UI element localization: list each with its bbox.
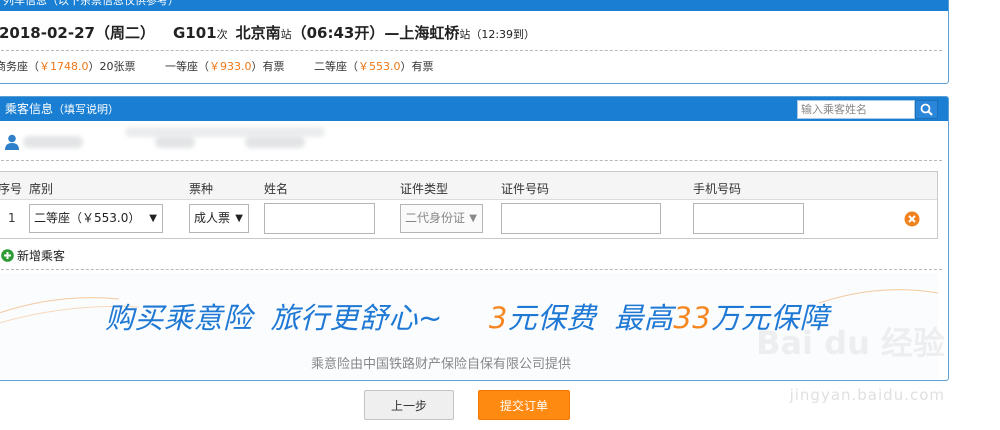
col-id-number: 证件号码 [501, 182, 550, 196]
table-row: 1 二等座（￥553.0） ▼ 成人票 ▼ 二代身份证 ▼ [0, 200, 937, 238]
insurance-slogan: 购买乘意险 旅行更舒心~ 3元保费 最高33万元保障 [105, 301, 830, 335]
passenger-table: 序号 席别 票种 姓名 证件类型 证件号码 手机号码 1 二等座（￥553.0）… [0, 171, 938, 239]
saved-passenger-list [5, 127, 345, 153]
to-station: 上海虹桥 [399, 24, 460, 42]
col-phone: 手机号码 [693, 182, 742, 196]
watermark-logo: Bai du 经验 [756, 324, 945, 362]
seat-first-class: 一等座（￥933.0）有票 [165, 60, 285, 73]
col-no: 序号 [0, 182, 23, 196]
previous-step-button[interactable]: 上一步 [364, 390, 454, 420]
saved-passenger-item[interactable] [245, 136, 305, 148]
train-summary: 2018-02-27（周二） G101次 北京南站（06:43开）—上海虹桥站（12… [0, 22, 535, 43]
train-number: G101 [172, 24, 217, 42]
saved-passenger-item[interactable] [23, 136, 83, 148]
from-station: 北京南 [235, 24, 281, 42]
divider [1, 50, 942, 51]
table-header: 序号 席别 票种 姓名 证件类型 证件号码 手机号码 [0, 172, 937, 200]
passenger-search-input[interactable] [797, 100, 915, 119]
seat-business: 商务座（￥1748.0）20张票 [0, 60, 136, 73]
submit-order-button[interactable]: 提交订单 [478, 390, 570, 420]
baidu-jingyan-watermark: Bai du 经验 [756, 318, 945, 364]
travel-date: 2018-02-27（周二） [0, 24, 155, 42]
name-input[interactable] [264, 203, 375, 234]
ticket-type-value: 成人票 [194, 211, 231, 225]
col-name: 姓名 [264, 182, 289, 196]
insurance-provider: 乘意险由中国铁路财产保险自保有限公司提供 [311, 357, 572, 372]
row-number: 1 [8, 211, 16, 225]
dropdown-arrow-icon: ▼ [149, 213, 157, 224]
id-type-value: 二代身份证 [405, 211, 466, 225]
train-info-panel: 列车信息（以下余票信息仅供参考） 2018-02-27（周二） G101次 北京南站… [0, 0, 949, 84]
from-station-suffix: 站 [280, 28, 292, 41]
to-station-suffix: 站 [459, 28, 471, 41]
arrive-time: （12:39到） [470, 28, 536, 41]
person-icon [5, 134, 19, 150]
col-id-type: 证件类型 [400, 182, 449, 196]
depart-time: （06:43开） [291, 24, 385, 42]
add-passenger-button[interactable]: 新增乘客 [1, 247, 65, 263]
search-icon [920, 103, 933, 116]
saved-passenger-item[interactable] [155, 136, 195, 148]
id-number-input[interactable] [501, 203, 661, 234]
divider [1, 160, 942, 161]
train-info-header: 列车信息（以下余票信息仅供参考） [0, 0, 948, 11]
search-button[interactable] [915, 100, 938, 119]
seat-select-value: 二等座（￥553.0） [34, 211, 141, 225]
route-separator: — [384, 24, 400, 42]
fill-instructions-link[interactable]: （填写说明） [53, 103, 119, 116]
col-ticket-type: 票种 [189, 182, 214, 196]
divider [1, 269, 942, 270]
ticket-type-select[interactable]: 成人票 ▼ [189, 204, 249, 233]
remove-passenger-icon[interactable] [904, 211, 920, 227]
add-passenger-label: 新增乘客 [17, 248, 66, 263]
passenger-header-title: 乘客信息 [5, 102, 54, 116]
seat-select[interactable]: 二等座（￥553.0） ▼ [29, 204, 163, 233]
watermark-url: jingyan.baidu.com [789, 386, 945, 404]
dropdown-arrow-icon: ▼ [469, 213, 477, 224]
col-seat: 席别 [29, 182, 54, 196]
dropdown-arrow-icon: ▼ [235, 213, 243, 224]
train-number-suffix: 次 [216, 28, 228, 41]
id-type-select[interactable]: 二代身份证 ▼ [400, 204, 483, 233]
seat-second-class: 二等座（￥553.0）有票 [314, 60, 434, 73]
seat-availability: 商务座（￥1748.0）20张票 一等座（￥933.0）有票 二等座（￥553.… [0, 58, 460, 74]
passenger-search [797, 100, 938, 119]
plus-icon [1, 248, 14, 262]
phone-input[interactable] [693, 203, 804, 234]
